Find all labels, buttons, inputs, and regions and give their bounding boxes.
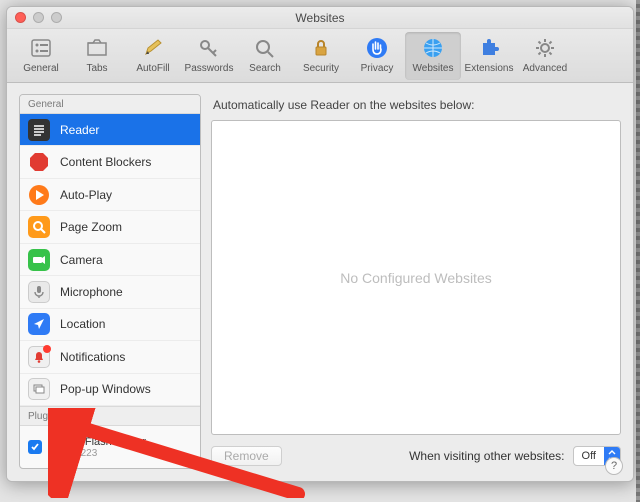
tab-label: Tabs: [86, 63, 107, 74]
titlebar[interactable]: Websites: [7, 7, 633, 29]
sidebar-item-content-blockers[interactable]: Content Blockers: [20, 146, 200, 178]
sidebar-item-label: Notifications: [60, 350, 125, 364]
location-icon: [28, 313, 50, 335]
sidebar-item-label: Location: [60, 317, 105, 331]
tabs-icon: [84, 35, 110, 61]
sidebar-item-label: Auto-Play: [60, 188, 112, 202]
sidebar-item-microphone[interactable]: Microphone: [20, 276, 200, 308]
zoom-icon: [28, 216, 50, 238]
sidebar-section-general: General: [20, 95, 200, 114]
websites-list[interactable]: No Configured Websites: [211, 120, 621, 435]
tab-search[interactable]: Search: [237, 32, 293, 80]
stop-icon: [28, 151, 50, 173]
tab-label: Websites: [413, 63, 454, 74]
visiting-value: Off: [574, 450, 604, 462]
tab-label: Search: [249, 63, 281, 74]
sidebar-item-label: Camera: [60, 253, 103, 267]
sidebar: General Reader Content Blockers Auto-Pla…: [19, 94, 201, 469]
window-title: Websites: [295, 11, 344, 25]
puzzle-icon: [476, 35, 502, 61]
sidebar-item-label: Page Zoom: [60, 220, 122, 234]
remove-button[interactable]: Remove: [211, 446, 282, 466]
sidebar-item-auto-play[interactable]: Auto-Play: [20, 179, 200, 211]
lock-icon: [308, 35, 334, 61]
plugin-checkbox[interactable]: [28, 440, 42, 454]
tab-autofill[interactable]: AutoFill: [125, 32, 181, 80]
sidebar-section-plugins: Plug-ins: [20, 406, 200, 426]
sidebar-item-label: Reader: [60, 123, 99, 137]
sidebar-item-notifications[interactable]: Notifications: [20, 341, 200, 373]
search-icon: [252, 35, 278, 61]
key-icon: [196, 35, 222, 61]
tab-general[interactable]: General: [13, 32, 69, 80]
sidebar-item-camera[interactable]: Camera: [20, 244, 200, 276]
sidebar-item-location[interactable]: Location: [20, 309, 200, 341]
empty-placeholder: No Configured Websites: [340, 270, 491, 286]
traffic-lights: [15, 12, 62, 23]
tab-label: General: [23, 63, 59, 74]
tab-privacy[interactable]: Privacy: [349, 32, 405, 80]
switches-icon: [28, 35, 54, 61]
zoom-window-button[interactable]: [51, 12, 62, 23]
sidebar-item-label: Pop-up Windows: [60, 382, 151, 396]
tab-label: Extensions: [465, 63, 514, 74]
tab-extensions[interactable]: Extensions: [461, 32, 517, 80]
sidebar-item-reader[interactable]: Reader: [20, 114, 200, 146]
tab-advanced[interactable]: Advanced: [517, 32, 573, 80]
plugin-name: Adobe Flash Player: [50, 436, 146, 448]
reader-icon: [28, 119, 50, 141]
gear-icon: [532, 35, 558, 61]
help-button[interactable]: ?: [605, 457, 623, 475]
window-icon: [28, 378, 50, 400]
preferences-toolbar: General Tabs AutoFill Passwords Search S…: [7, 29, 633, 83]
hand-icon: [364, 35, 390, 61]
globe-icon: [420, 35, 446, 61]
pencil-icon: [140, 35, 166, 61]
background-app-peek: [636, 0, 640, 502]
bell-icon: [28, 346, 50, 368]
main-heading: Automatically use Reader on the websites…: [211, 94, 621, 120]
sidebar-item-popup-windows[interactable]: Pop-up Windows: [20, 374, 200, 406]
camera-icon: [28, 249, 50, 271]
main-pane: Automatically use Reader on the websites…: [211, 94, 621, 469]
minimize-window-button[interactable]: [33, 12, 44, 23]
sidebar-item-label: Microphone: [60, 285, 123, 299]
plugin-row-flash[interactable]: Adobe Flash Player 32.0.0.223: [20, 426, 200, 468]
close-window-button[interactable]: [15, 12, 26, 23]
tab-security[interactable]: Security: [293, 32, 349, 80]
sidebar-item-page-zoom[interactable]: Page Zoom: [20, 211, 200, 243]
tab-label: Privacy: [361, 63, 394, 74]
tab-tabs[interactable]: Tabs: [69, 32, 125, 80]
microphone-icon: [28, 281, 50, 303]
tab-passwords[interactable]: Passwords: [181, 32, 237, 80]
notification-badge: [43, 345, 51, 353]
tab-label: AutoFill: [136, 63, 169, 74]
main-footer: Remove When visiting other websites: Off: [211, 435, 621, 469]
content-area: General Reader Content Blockers Auto-Pla…: [7, 84, 633, 481]
visiting-group: When visiting other websites: Off: [409, 446, 621, 466]
tab-label: Advanced: [523, 63, 567, 74]
play-icon: [28, 184, 50, 206]
sidebar-item-label: Content Blockers: [60, 155, 151, 169]
plugin-text: Adobe Flash Player 32.0.0.223: [50, 436, 146, 459]
tab-label: Passwords: [185, 63, 234, 74]
tab-websites[interactable]: Websites: [405, 32, 461, 80]
visiting-label: When visiting other websites:: [409, 449, 564, 463]
tab-label: Security: [303, 63, 339, 74]
preferences-window: Websites General Tabs AutoFill Passwords…: [6, 6, 634, 482]
plugin-version: 32.0.0.223: [50, 448, 146, 459]
